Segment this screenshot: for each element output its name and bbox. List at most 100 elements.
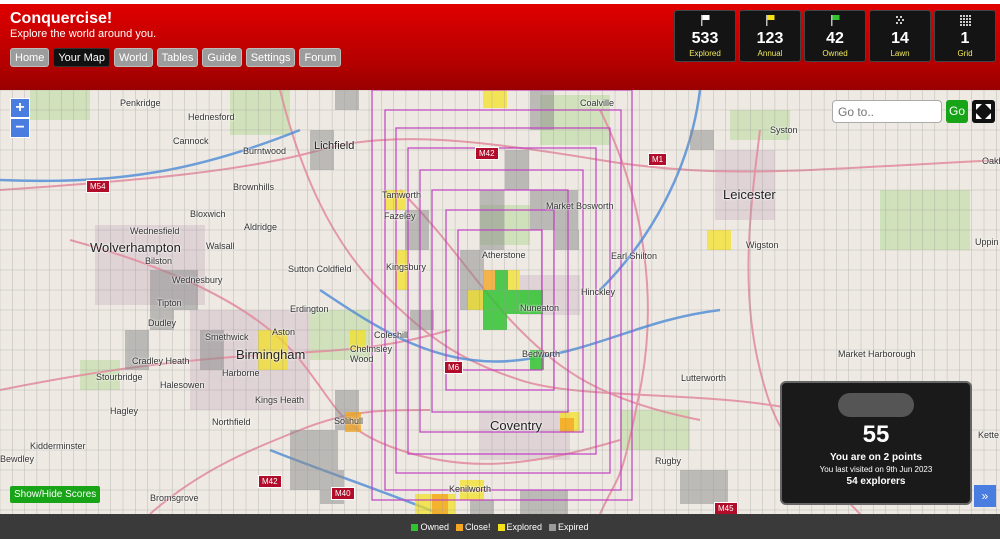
stat-explored-label: Explored — [689, 49, 721, 58]
nav-world-button[interactable]: World — [114, 48, 153, 67]
flag-green-icon — [831, 15, 840, 26]
map-label-brownhills: Brownhills — [233, 182, 275, 192]
nav-your-map-button[interactable]: Your Map — [53, 48, 111, 67]
stat-lawn-label: Lawn — [890, 49, 910, 58]
fullscreen-icon — [976, 104, 991, 119]
road-shield-m40: M40 — [331, 487, 355, 500]
map-label-chelmsley-wood: Chelmsley Wood — [350, 344, 393, 364]
lawn-icon — [896, 16, 904, 24]
grid-icon — [960, 15, 971, 26]
score-value: 55 — [862, 421, 890, 448]
map-label-kette: Kette — [978, 430, 1000, 440]
map-label-hinckley: Hinckley — [581, 287, 616, 297]
nav-tables-button[interactable]: Tables — [156, 48, 199, 67]
stat-explored-value: 533 — [691, 30, 719, 47]
map-label-lichfield: Lichfield — [314, 140, 355, 152]
map-label-kings-heath: Kings Heath — [255, 395, 305, 405]
goto-input[interactable] — [832, 100, 942, 123]
legend-explored: Explored — [497, 521, 543, 532]
map-label-sutton-coldfield: Sutton Coldfield — [288, 264, 352, 274]
nav-forum-button[interactable]: Forum — [299, 48, 342, 67]
stat-owned-value: 42 — [826, 30, 844, 47]
stat-grid-label: Grid — [957, 49, 973, 58]
zoom-control: + − — [10, 98, 30, 138]
map-label-cannock: Cannock — [173, 136, 209, 146]
show-hide-scores-button[interactable]: Show/Hide Scores — [10, 486, 101, 503]
app-title[interactable]: Conquercise! — [10, 10, 112, 28]
map-label-dudley: Dudley — [148, 318, 177, 328]
redacted-username — [838, 393, 914, 417]
legend-expired: Expired — [549, 522, 589, 532]
map-label-oakh: Oakh — [982, 156, 1000, 166]
map-label-coalville: Coalville — [580, 98, 615, 108]
header: Conquercise! Explore the world around yo… — [0, 4, 1000, 90]
road-shield-m6: M6 — [444, 361, 464, 374]
map-label-wigston: Wigston — [746, 240, 779, 250]
fullscreen-button[interactable] — [972, 100, 995, 123]
map-label-birmingham: Birmingham — [236, 347, 306, 362]
legend-expired-swatch — [549, 523, 557, 531]
map-label-bromsgrove: Bromsgrove — [150, 493, 199, 503]
map-label-lutterworth: Lutterworth — [681, 373, 727, 383]
map-label-cradley-heath: Cradley Heath — [132, 356, 190, 366]
legend-bar: Owned Close! Explored Expired — [0, 514, 1000, 539]
map-label-tipton: Tipton — [157, 298, 182, 308]
points-text: You are on 2 points — [829, 452, 923, 463]
road-shield-m42-south: M42 — [258, 475, 282, 488]
map-label-walsall: Walsall — [206, 241, 235, 251]
map-label-coventry: Coventry — [490, 418, 543, 433]
legend-explored-swatch — [497, 523, 505, 531]
map-label-tamworth: Tamworth — [382, 190, 422, 200]
map-label-rugby: Rugby — [655, 456, 682, 466]
map-label-uppin: Uppin — [975, 237, 999, 247]
flag-yellow-icon — [766, 15, 775, 26]
map-label-coleshill: Coleshill — [374, 330, 409, 340]
map-label-fazeley: Fazeley — [384, 211, 416, 221]
map-label-hagley: Hagley — [110, 406, 139, 416]
stat-owned[interactable]: 42 Owned — [804, 10, 866, 62]
stat-lawn-value: 14 — [891, 30, 909, 47]
map-label-wednesfield: Wednesfield — [130, 226, 180, 236]
legend-owned-label: Owned — [420, 521, 449, 532]
map-label-harborne: Harborne — [222, 368, 260, 378]
map-label-solihull: Solihull — [334, 416, 364, 426]
map-label-burntwood: Burntwood — [243, 146, 287, 156]
zoom-out-button[interactable]: − — [10, 118, 30, 138]
map-label-market-harborough: Market Harborough — [838, 349, 916, 359]
legend-close: Close! — [455, 521, 491, 532]
map-label-kenilworth: Kenilworth — [449, 484, 492, 494]
stat-explored[interactable]: 533 Explored — [674, 10, 736, 62]
stat-annual[interactable]: 123 Annual — [739, 10, 801, 62]
stat-annual-label: Annual — [757, 49, 783, 58]
map-label-atherstone: Atherstone — [482, 250, 526, 260]
map-label-stourbridge: Stourbridge — [96, 372, 143, 382]
flag-white-icon — [701, 15, 710, 26]
road-shield-m54: M54 — [86, 180, 110, 193]
map-label-northfield: Northfield — [212, 417, 251, 427]
expand-panel-button[interactable]: » — [974, 485, 996, 507]
legend-expired-label: Expired — [558, 521, 589, 532]
legend-explored-label: Explored — [506, 521, 543, 532]
map-label-market-bosworth: Market Bosworth — [546, 201, 614, 211]
map-label-wolverhampton: Wolverhampton — [90, 240, 181, 255]
legend-close-label: Close! — [464, 521, 491, 532]
nav-guide-button[interactable]: Guide — [202, 48, 242, 67]
app-subtitle: Explore the world around you. — [10, 28, 157, 40]
legend-close-swatch — [455, 523, 463, 531]
stat-annual-value: 123 — [756, 30, 784, 47]
nav-home-button[interactable]: Home — [10, 48, 50, 67]
stat-grid[interactable]: 1 Grid — [934, 10, 996, 62]
stat-grid-value: 1 — [960, 30, 970, 47]
zoom-in-button[interactable]: + — [10, 98, 30, 118]
nav-bar: Home Your Map World Tables Guide Setting… — [10, 48, 342, 67]
map-label-hednesford: Hednesford — [188, 112, 235, 122]
nav-settings-button[interactable]: Settings — [245, 48, 296, 67]
map-label-leicester: Leicester — [723, 187, 776, 202]
map-label-aldridge: Aldridge — [244, 222, 278, 232]
go-button[interactable]: Go — [946, 100, 968, 123]
stats-panel: 533 Explored 123 Annual 42 Owned 14 Lawn — [674, 10, 996, 62]
map-label-syston: Syston — [770, 125, 798, 135]
road-shield-m42-north: M42 — [475, 147, 499, 160]
stat-lawn[interactable]: 14 Lawn — [869, 10, 931, 62]
map-label-halesowen: Halesowen — [160, 380, 205, 390]
